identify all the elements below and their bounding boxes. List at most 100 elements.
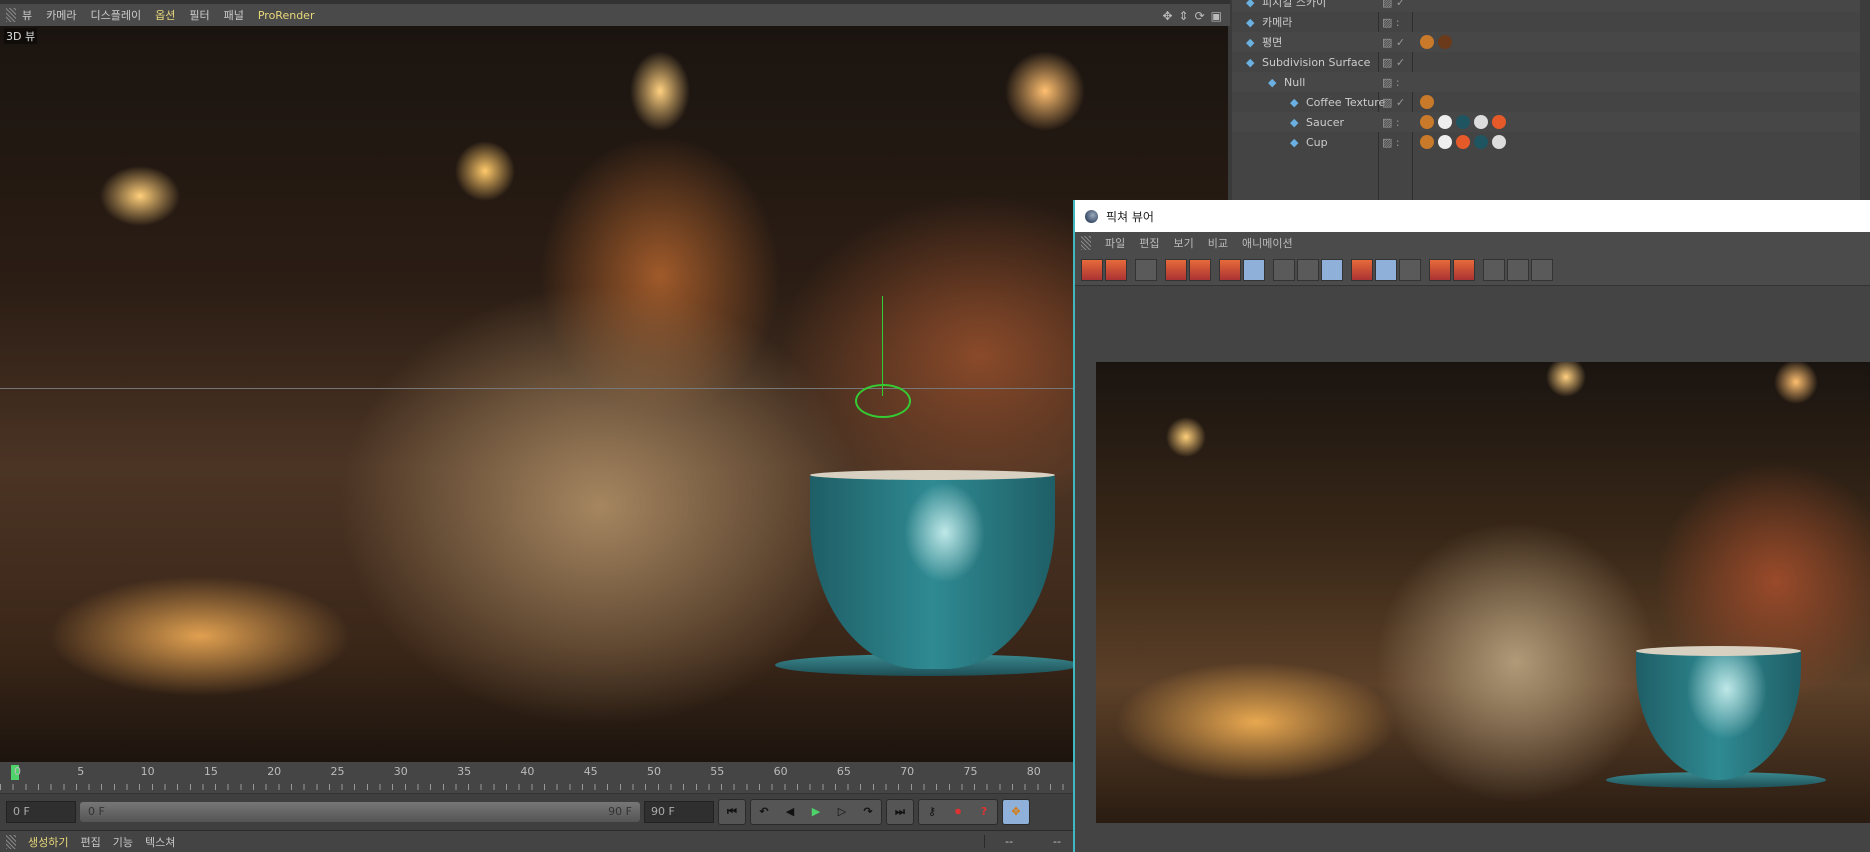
delete-icon[interactable] xyxy=(1219,258,1241,281)
menu-view[interactable]: 뷰 xyxy=(22,7,32,23)
object-name[interactable]: Null xyxy=(1284,76,1305,89)
go-to-end-icon[interactable]: ⏭ xyxy=(887,800,913,824)
object-name[interactable]: 평면 xyxy=(1262,34,1282,50)
play-icon[interactable]: ▶ xyxy=(803,800,829,824)
object-row[interactable]: ◆ 카메라 ▨ : xyxy=(1232,12,1860,32)
material-tag-icon[interactable] xyxy=(1474,115,1488,129)
rendered-image[interactable] xyxy=(1096,362,1870,823)
object-row[interactable]: ◆ 피지컬 스카이 ▨ ✓ xyxy=(1232,0,1860,12)
pv-menu-view[interactable]: 보기 xyxy=(1174,235,1194,251)
ab-swap-icon[interactable] xyxy=(1375,258,1397,281)
material-tag-icon[interactable] xyxy=(1474,135,1488,149)
material-tag-icon[interactable] xyxy=(1438,135,1452,149)
visibility-flags[interactable]: ▨ ✓ xyxy=(1382,0,1408,9)
move-view-icon[interactable]: ✥ xyxy=(1162,9,1172,23)
pv-menu-compare[interactable]: 비교 xyxy=(1208,235,1228,251)
current-frame-field[interactable]: 0 F xyxy=(6,801,76,823)
object-row[interactable]: ◆ Subdivision Surface ▨ ✓ xyxy=(1232,52,1860,72)
grip-handle[interactable] xyxy=(1081,236,1091,250)
picture-viewer-titlebar[interactable]: 픽쳐 뷰어 xyxy=(1075,200,1870,232)
visibility-flags[interactable]: ▨ : xyxy=(1382,116,1408,129)
object-name[interactable]: 카메라 xyxy=(1262,14,1292,30)
autokey-icon[interactable]: ? xyxy=(971,800,997,824)
material-tag-icon[interactable] xyxy=(1420,35,1434,49)
object-name[interactable]: 피지컬 스카이 xyxy=(1262,0,1326,10)
object-row[interactable]: ◆ Null ▨ : xyxy=(1232,72,1860,92)
previous-frame-icon[interactable]: ◀ xyxy=(777,800,803,824)
selection-gizmo[interactable] xyxy=(855,384,911,418)
pv-menu-animation[interactable]: 애니메이션 xyxy=(1242,235,1293,251)
object-row[interactable]: ◆ 평면 ▨ ✓ xyxy=(1232,32,1860,52)
menu-function[interactable]: 기능 xyxy=(113,834,133,850)
visibility-flags[interactable]: ▨ : xyxy=(1382,76,1408,89)
filmstrip-icon[interactable] xyxy=(1135,258,1157,281)
frame-range-slider[interactable]: 0 F 90 F xyxy=(80,802,640,822)
open-icon[interactable] xyxy=(1081,258,1103,281)
visibility-flags[interactable]: ▨ : xyxy=(1382,136,1408,149)
menu-filter[interactable]: 필터 xyxy=(189,7,209,23)
object-row[interactable]: ◆ Saucer ▨ : xyxy=(1232,112,1860,132)
set-b-icon[interactable] xyxy=(1453,258,1475,281)
layout-3-icon[interactable] xyxy=(1531,258,1553,281)
visibility-flags[interactable]: ▨ ✓ xyxy=(1382,56,1408,69)
menu-display[interactable]: 디스플레이 xyxy=(91,7,142,23)
move-tool-icon[interactable]: ✥ xyxy=(1003,800,1029,824)
compare-icon[interactable] xyxy=(1321,258,1343,281)
material-tag-icon[interactable] xyxy=(1492,135,1506,149)
next-frame-icon[interactable]: ▷ xyxy=(829,800,855,824)
save-as-icon[interactable] xyxy=(1105,258,1127,281)
menu-prorender[interactable]: ProRender xyxy=(258,9,315,22)
object-name[interactable]: Cup xyxy=(1306,136,1328,149)
material-tag-icon[interactable] xyxy=(1438,115,1452,129)
object-manager-scrollbar[interactable] xyxy=(1860,0,1870,200)
menu-camera[interactable]: 카메라 xyxy=(46,7,76,23)
pv-menu-file[interactable]: 파일 xyxy=(1105,235,1125,251)
menu-panel[interactable]: 패널 xyxy=(224,7,244,23)
axis-gizmo-y[interactable] xyxy=(882,296,883,396)
cup-model[interactable] xyxy=(810,470,1055,669)
timeline-ruler[interactable]: 0 5 10 15 20 25 30 35 40 45 50 55 60 65 70 75 80 xyxy=(0,762,1073,794)
material-tag-icon[interactable] xyxy=(1420,135,1434,149)
zoom-view-icon[interactable]: ⇕ xyxy=(1179,9,1189,23)
menu-texture[interactable]: 텍스쳐 xyxy=(145,834,175,850)
material-tag-icon[interactable] xyxy=(1438,35,1452,49)
pv-menu-edit[interactable]: 편집 xyxy=(1139,235,1159,251)
object-name[interactable]: Saucer xyxy=(1306,116,1344,129)
menu-create[interactable]: 생성하기 xyxy=(28,834,68,850)
record-icon[interactable]: ⏺ xyxy=(945,800,971,824)
material-tag-icon[interactable] xyxy=(1456,135,1470,149)
history-icon[interactable] xyxy=(1243,258,1265,281)
material-tag-icon[interactable] xyxy=(1456,115,1470,129)
menu-options[interactable]: 옵션 xyxy=(155,7,175,23)
ab-split-icon[interactable] xyxy=(1351,258,1373,281)
grip-handle[interactable] xyxy=(6,834,16,849)
render-active-icon[interactable] xyxy=(1189,258,1211,281)
view-a-icon[interactable] xyxy=(1273,258,1295,281)
object-row[interactable]: ◆ Coffee Texture ▨ ✓ xyxy=(1232,92,1860,112)
set-a-icon[interactable] xyxy=(1429,258,1451,281)
material-tag-icon[interactable] xyxy=(1420,95,1434,109)
go-to-start-icon[interactable]: ⏮ xyxy=(719,800,745,824)
object-row[interactable]: ◆ Cup ▨ : xyxy=(1232,132,1860,152)
visibility-flags[interactable]: ▨ ✓ xyxy=(1382,96,1408,109)
previous-key-icon[interactable]: ↶ xyxy=(751,800,777,824)
object-name[interactable]: Subdivision Surface xyxy=(1262,56,1370,69)
maximize-view-icon[interactable]: ▣ xyxy=(1211,9,1222,23)
keyframe-key-icon[interactable]: ⚷ xyxy=(919,800,945,824)
view-b-icon[interactable] xyxy=(1297,258,1319,281)
object-name[interactable]: Coffee Texture xyxy=(1306,96,1385,109)
grip-handle[interactable] xyxy=(6,8,16,22)
ab-diff-icon[interactable] xyxy=(1399,258,1421,281)
rotate-view-icon[interactable]: ⟳ xyxy=(1195,9,1205,23)
layout-2-icon[interactable] xyxy=(1507,258,1529,281)
render-region-icon[interactable] xyxy=(1165,258,1187,281)
3d-viewport[interactable]: 3D 뷰 xyxy=(0,26,1228,762)
layout-1-icon[interactable] xyxy=(1483,258,1505,281)
end-frame-field[interactable]: 90 F xyxy=(644,801,714,823)
next-key-icon[interactable]: ↷ xyxy=(855,800,881,824)
material-tag-icon[interactable] xyxy=(1420,115,1434,129)
material-tag-icon[interactable] xyxy=(1492,115,1506,129)
menu-edit[interactable]: 편집 xyxy=(80,834,100,850)
visibility-flags[interactable]: ▨ ✓ xyxy=(1382,36,1408,49)
visibility-flags[interactable]: ▨ : xyxy=(1382,16,1408,29)
